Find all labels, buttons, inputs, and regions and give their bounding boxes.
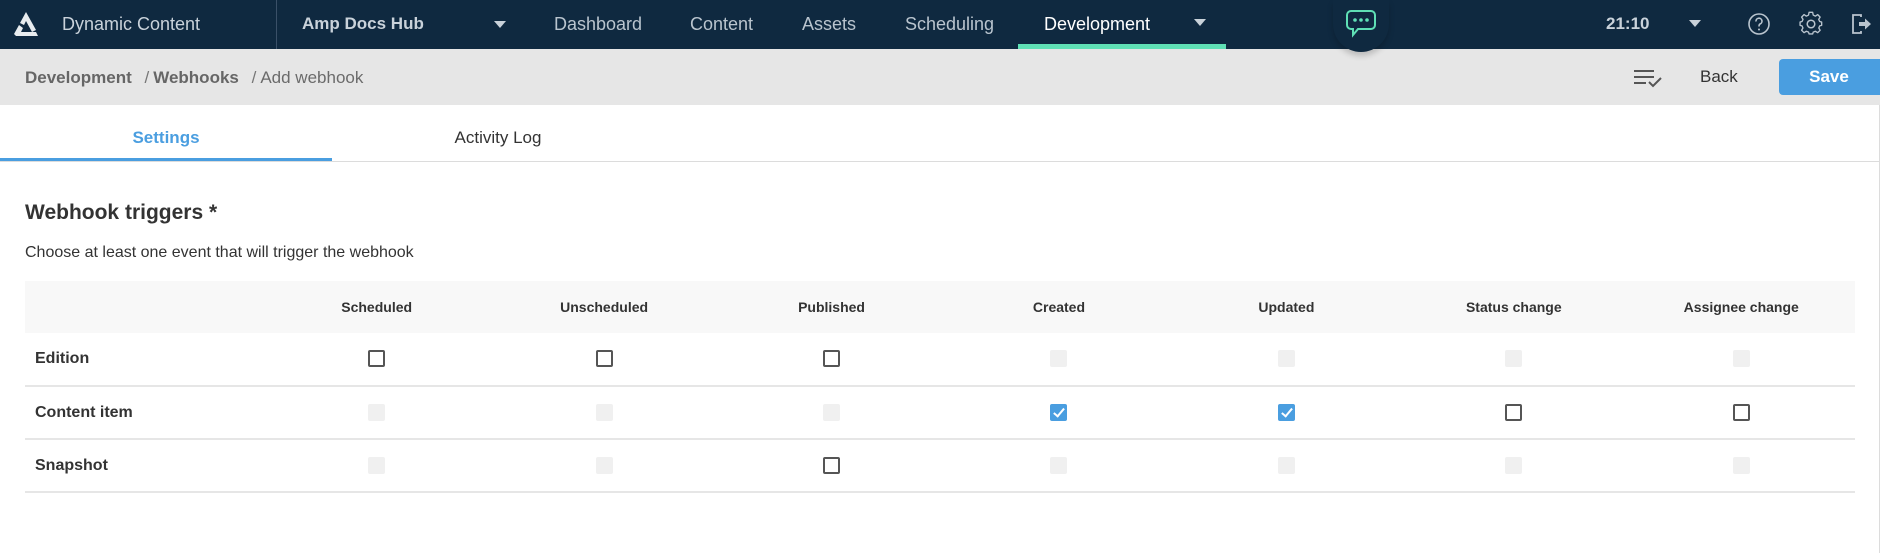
- checkbox-edition-assignee-change: [1732, 350, 1750, 368]
- breadcrumb-separator: /: [251, 68, 257, 87]
- matrix-cell: [945, 439, 1173, 493]
- content-panel: Settings Activity Log Webhook triggers *…: [0, 105, 1880, 553]
- matrix-row-edition: Edition: [25, 333, 1855, 387]
- matrix-cell: [262, 386, 491, 440]
- checkbox-content-item-published: [823, 403, 841, 421]
- checkbox-snapshot-unscheduled: [595, 456, 613, 474]
- logo-icon[interactable]: [12, 11, 40, 37]
- matrix-cell: [1627, 333, 1855, 387]
- user-menu-chevron-down-icon[interactable]: [1689, 20, 1701, 27]
- row-label: Content item: [25, 386, 263, 440]
- breadcrumb-development[interactable]: Development: [25, 68, 132, 87]
- tab-activity-log[interactable]: Activity Log: [332, 105, 664, 162]
- list-check-icon[interactable]: [1632, 67, 1664, 89]
- row-label: Edition: [25, 333, 263, 387]
- matrix-cell: [717, 386, 946, 440]
- matrix-cell: [945, 386, 1173, 440]
- checkbox-edition-unscheduled[interactable]: [595, 350, 613, 368]
- column-header-status-change: Status change: [1400, 281, 1628, 333]
- column-header-assignee-change: Assignee change: [1627, 281, 1855, 333]
- clock: 21:10: [1606, 14, 1650, 33]
- tab-bar: Settings Activity Log: [0, 105, 1880, 162]
- nav-assets[interactable]: Assets: [802, 14, 856, 35]
- checkbox-content-item-created[interactable]: [1050, 403, 1068, 421]
- section-description: Choose at least one event that will trig…: [25, 244, 414, 261]
- back-button[interactable]: Back: [1700, 67, 1738, 87]
- top-nav-bar: Dynamic Content Amp Docs Hub Dashboard C…: [0, 0, 1880, 52]
- checkbox-content-item-scheduled: [368, 403, 386, 421]
- column-header-created: Created: [945, 281, 1173, 333]
- row-label: Snapshot: [25, 439, 263, 493]
- matrix-corner-cell: [25, 281, 263, 333]
- chat-icon: [1346, 10, 1376, 38]
- help-icon[interactable]: [1746, 11, 1772, 37]
- matrix-row-snapshot: Snapshot: [25, 439, 1855, 493]
- matrix-cell: [1400, 386, 1628, 440]
- matrix-cell: [717, 333, 946, 387]
- breadcrumb-separator: /: [144, 68, 150, 87]
- checkbox-edition-status-change: [1505, 350, 1523, 368]
- matrix-cell: [262, 439, 491, 493]
- checkbox-snapshot-created: [1050, 456, 1068, 474]
- nav-development[interactable]: Development: [1044, 14, 1150, 35]
- app-title: Dynamic Content: [62, 14, 201, 34]
- nav-scheduling[interactable]: Scheduling: [905, 14, 994, 35]
- checkbox-edition-updated: [1277, 350, 1295, 368]
- nav-content[interactable]: Content: [690, 14, 753, 35]
- breadcrumb: Development / Webhooks / Add webhook: [25, 68, 363, 88]
- matrix-cell: [262, 333, 491, 387]
- trigger-matrix: Scheduled Unscheduled Published Created …: [25, 281, 1855, 493]
- tab-settings[interactable]: Settings: [0, 105, 332, 161]
- matrix-cell: [1400, 333, 1628, 387]
- checkbox-content-item-updated[interactable]: [1277, 403, 1295, 421]
- matrix-cell: [490, 333, 718, 387]
- logout-icon[interactable]: [1848, 11, 1874, 37]
- checkbox-edition-published[interactable]: [823, 350, 841, 368]
- matrix-cell: [490, 439, 718, 493]
- matrix-cell: [1172, 333, 1401, 387]
- checkbox-edition-created: [1050, 350, 1068, 368]
- matrix-cell: [945, 333, 1173, 387]
- hub-selector[interactable]: Amp Docs Hub: [302, 14, 424, 34]
- settings-icon[interactable]: [1798, 11, 1824, 37]
- breadcrumb-bar: Development / Webhooks / Add webhook Back …: [0, 49, 1880, 105]
- chat-button[interactable]: [1333, 0, 1389, 52]
- checkbox-snapshot-updated: [1277, 456, 1295, 474]
- development-chevron-down-icon[interactable]: [1194, 19, 1206, 26]
- hub-chevron-down-icon[interactable]: [494, 21, 506, 28]
- matrix-cell: [490, 386, 718, 440]
- matrix-header-row: Scheduled Unscheduled Published Created …: [25, 281, 1855, 333]
- checkbox-content-item-status-change[interactable]: [1505, 403, 1523, 421]
- matrix-cell: [717, 439, 946, 493]
- save-button[interactable]: Save: [1779, 59, 1880, 95]
- checkbox-snapshot-scheduled: [368, 456, 386, 474]
- column-header-published: Published: [717, 281, 946, 333]
- checkbox-snapshot-published[interactable]: [823, 456, 841, 474]
- column-header-unscheduled: Unscheduled: [490, 281, 718, 333]
- breadcrumb-current: Add webhook: [260, 68, 364, 87]
- checkbox-snapshot-assignee-change: [1732, 456, 1750, 474]
- checkbox-edition-scheduled[interactable]: [368, 350, 386, 368]
- matrix-row-content-item: Content item: [25, 386, 1855, 440]
- checkbox-content-item-assignee-change[interactable]: [1732, 403, 1750, 421]
- nav-dashboard[interactable]: Dashboard: [554, 14, 642, 35]
- divider: [276, 0, 277, 49]
- matrix-cell: [1172, 386, 1401, 440]
- section-title: Webhook triggers *: [25, 201, 218, 224]
- matrix-cell: [1172, 439, 1401, 493]
- breadcrumb-webhooks[interactable]: Webhooks: [153, 68, 239, 87]
- checkbox-content-item-unscheduled: [595, 403, 613, 421]
- matrix-cell: [1400, 439, 1628, 493]
- column-header-scheduled: Scheduled: [262, 281, 491, 333]
- column-header-updated: Updated: [1172, 281, 1401, 333]
- checkbox-snapshot-status-change: [1505, 456, 1523, 474]
- matrix-cell: [1627, 439, 1855, 493]
- matrix-cell: [1627, 386, 1855, 440]
